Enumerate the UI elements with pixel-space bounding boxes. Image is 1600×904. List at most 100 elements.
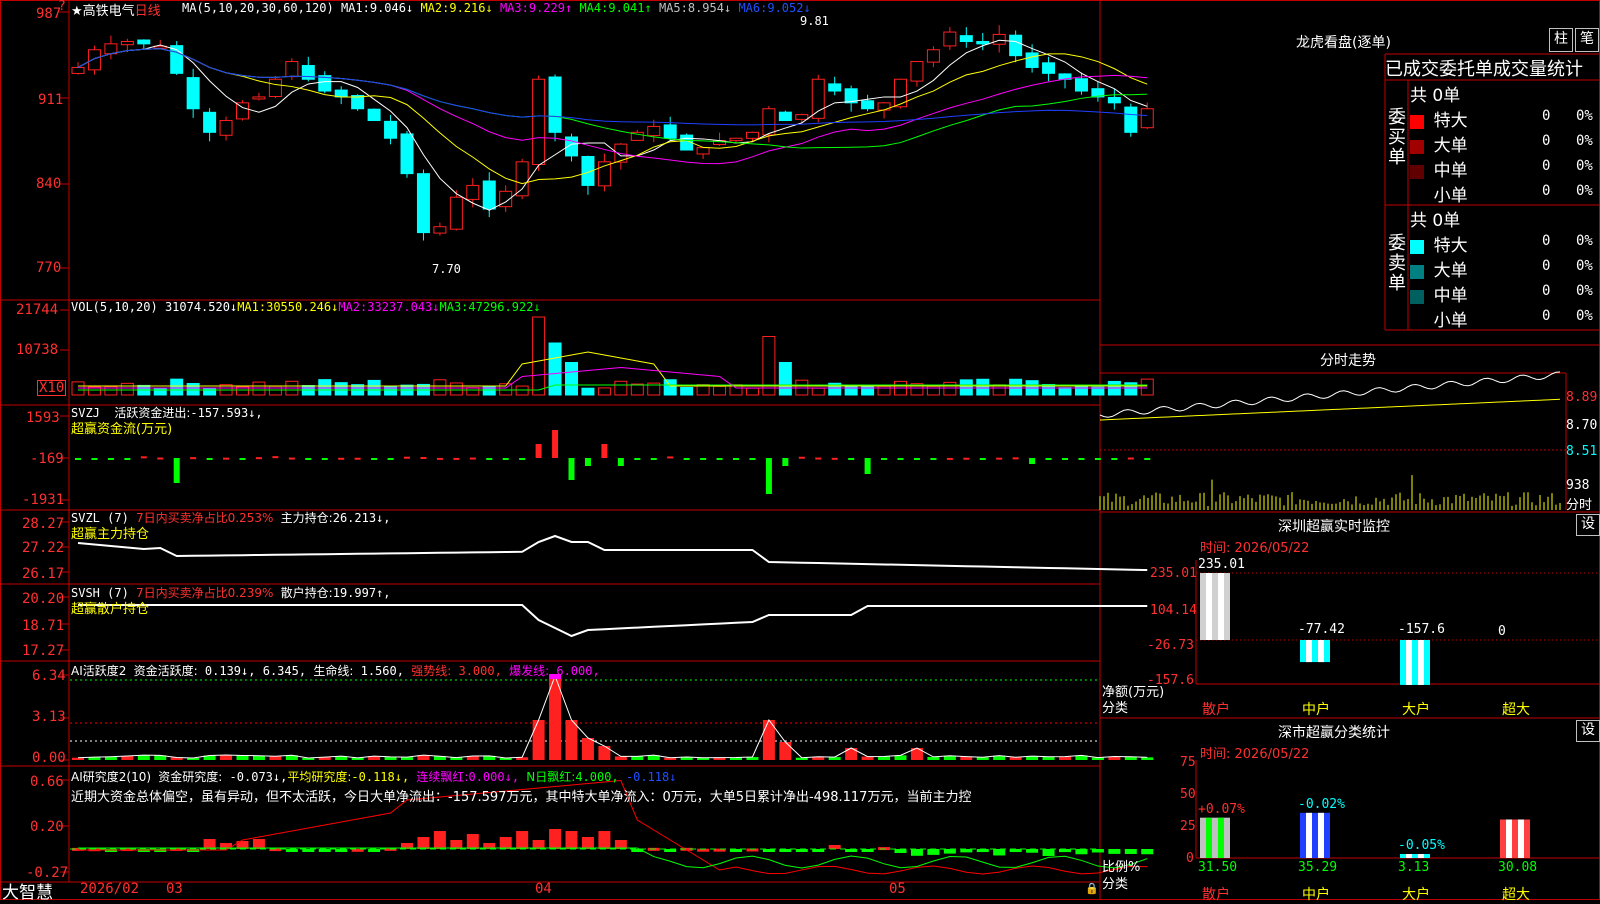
candle-body[interactable] xyxy=(943,31,957,47)
svzj-bar[interactable] xyxy=(305,458,312,460)
volume-bar[interactable] xyxy=(713,385,727,396)
candle-body[interactable] xyxy=(367,108,381,122)
candle-body[interactable] xyxy=(959,35,973,42)
ai1-bar[interactable] xyxy=(137,755,150,760)
svzj-bar[interactable] xyxy=(963,457,970,460)
svzj-bar[interactable] xyxy=(848,458,855,460)
svzj-bar[interactable] xyxy=(1094,458,1101,460)
ai2-bar[interactable] xyxy=(927,849,940,855)
sz-monitor-settings-button[interactable]: 设 xyxy=(1576,514,1600,536)
volume-bar[interactable] xyxy=(515,385,529,396)
ai2-bar[interactable] xyxy=(549,829,562,849)
volume-bar[interactable] xyxy=(565,362,578,396)
svzj-bar[interactable] xyxy=(996,457,1003,460)
ai2-bar[interactable] xyxy=(960,849,973,853)
volume-bar[interactable] xyxy=(532,316,546,396)
svzj-bar[interactable] xyxy=(469,457,476,460)
candle-body[interactable] xyxy=(433,226,447,234)
candle-body[interactable] xyxy=(1140,108,1154,129)
candle-body[interactable] xyxy=(663,124,677,139)
candle-body[interactable] xyxy=(811,78,825,119)
ai2-bar[interactable] xyxy=(417,837,430,849)
volume-bar[interactable] xyxy=(614,380,628,396)
sz-class-bar-3[interactable] xyxy=(1500,819,1530,858)
svzj-bar[interactable] xyxy=(157,457,164,460)
svzj-bar[interactable] xyxy=(683,458,690,460)
sz-monitor-bar-2[interactable] xyxy=(1400,640,1430,685)
svzj-bar[interactable] xyxy=(223,457,230,460)
ai2-bar[interactable] xyxy=(499,837,512,849)
volume-bar[interactable] xyxy=(844,385,858,396)
candle-body[interactable] xyxy=(729,137,743,142)
volume-bar[interactable] xyxy=(186,382,200,396)
ai2-bar[interactable] xyxy=(1124,849,1137,854)
svzj-bar[interactable] xyxy=(502,458,509,460)
volume-bar[interactable] xyxy=(597,387,611,396)
candle-body[interactable] xyxy=(745,131,759,139)
candle-body[interactable] xyxy=(482,180,496,210)
sz-class-bar-2[interactable] xyxy=(1400,853,1430,858)
svzj-bar[interactable] xyxy=(371,458,378,460)
ai1-bar[interactable] xyxy=(779,742,792,760)
volume-bar[interactable] xyxy=(976,378,990,396)
candle-body[interactable] xyxy=(416,173,430,234)
candle-body[interactable] xyxy=(1074,78,1088,92)
ai2-bar[interactable] xyxy=(943,849,956,854)
candle-body[interactable] xyxy=(71,66,85,74)
svzj-bar[interactable] xyxy=(1012,457,1019,460)
svzj-bar[interactable] xyxy=(387,458,394,460)
ai2-bar[interactable] xyxy=(1026,849,1039,853)
svzj-bar[interactable] xyxy=(782,458,789,466)
candle-body[interactable] xyxy=(696,147,710,155)
svzj-bar[interactable] xyxy=(91,458,98,460)
candle-body[interactable] xyxy=(186,77,200,110)
ai1-bar[interactable] xyxy=(1141,757,1154,760)
svzj-bar[interactable] xyxy=(272,456,279,459)
candle-body[interactable] xyxy=(268,78,282,97)
volume-bar[interactable] xyxy=(581,387,595,396)
ai2-bar[interactable] xyxy=(1075,849,1088,855)
ai1-bar[interactable] xyxy=(861,756,874,760)
ai1-bar[interactable] xyxy=(565,720,578,760)
volume-bar[interactable] xyxy=(334,382,348,396)
volume-bar[interactable] xyxy=(943,381,957,396)
candle-body[interactable] xyxy=(384,120,398,139)
svzj-bar[interactable] xyxy=(749,458,756,460)
svzj-bar[interactable] xyxy=(667,456,674,459)
sz-class-settings-button[interactable]: 设 xyxy=(1576,720,1600,742)
volume-bar[interactable] xyxy=(861,384,875,396)
svzj-bar[interactable] xyxy=(979,458,986,460)
ai1-bar[interactable] xyxy=(532,720,545,760)
candle-body[interactable] xyxy=(449,196,463,230)
ai1-bar[interactable] xyxy=(220,755,233,760)
ai2-bar[interactable] xyxy=(433,831,446,849)
svzj-bar[interactable] xyxy=(1144,458,1151,460)
svzj-bar[interactable] xyxy=(1029,458,1036,464)
sz-monitor-bar-1[interactable] xyxy=(1300,640,1330,663)
candle-body[interactable] xyxy=(351,94,365,110)
svzj-bar[interactable] xyxy=(140,456,147,459)
ai2-bar[interactable] xyxy=(581,837,594,849)
ai2-bar[interactable] xyxy=(1141,849,1154,855)
volume-bar[interactable] xyxy=(466,387,480,396)
stock-name[interactable]: 高铁电气 xyxy=(83,4,135,19)
ai2-bar[interactable] xyxy=(993,849,1006,856)
svzj-bar[interactable] xyxy=(206,458,213,460)
svzj-bar[interactable] xyxy=(815,457,822,460)
svzj-bar[interactable] xyxy=(617,458,624,466)
brand-label[interactable]: 大智慧 xyxy=(2,878,53,903)
svzj-bar[interactable] xyxy=(255,457,262,460)
ai2-bar[interactable] xyxy=(1108,849,1121,854)
sz-class-bar-0[interactable] xyxy=(1200,817,1230,858)
ai1-bar[interactable] xyxy=(236,755,249,760)
svzj-bar[interactable] xyxy=(75,458,81,460)
svzj-bar[interactable] xyxy=(436,457,443,460)
volume-bar[interactable] xyxy=(745,387,759,396)
candle-body[interactable] xyxy=(203,111,217,133)
volume-bar[interactable] xyxy=(778,362,792,396)
candle-body[interactable] xyxy=(120,40,134,46)
svzj-bar[interactable] xyxy=(404,456,410,459)
candle-body[interactable] xyxy=(1124,106,1138,133)
ai2-bar[interactable] xyxy=(516,831,529,849)
svzj-bar[interactable] xyxy=(733,458,739,460)
